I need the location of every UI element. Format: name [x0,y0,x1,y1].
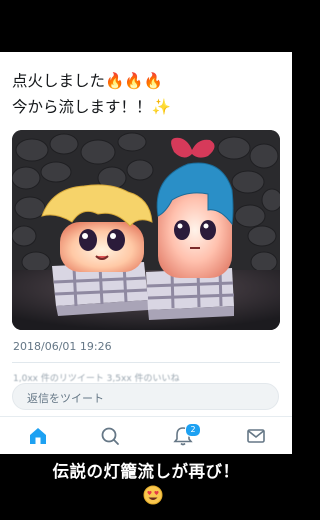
divider [12,362,280,363]
video-caption: 伝説の灯籠流しが再び！ [52,462,240,481]
tweet-text-line-1: 点火しました🔥🔥🔥 [12,72,163,90]
tweet-text: 点火しました🔥🔥🔥 今から流します！！✨ [12,68,282,120]
bottom-tab-bar: 2 [0,416,292,454]
tweet-timestamp: 2018/06/01 19:26 [13,340,112,353]
tab-search[interactable] [99,425,121,447]
tweet-text-line-2: 今から流します！！✨ [12,98,171,116]
tweet-screen: 点火しました🔥🔥🔥 今から流します！！✨ 2018/06/01 19:26 1,… [0,52,292,454]
notification-badge: 2 [185,423,201,437]
heart-eyes-emoji-icon [143,485,163,505]
lantern-photo-image [12,130,280,330]
reply-input[interactable]: 返信をツイート [12,383,279,410]
home-icon [30,428,46,444]
search-icon [101,427,119,445]
reply-placeholder: 返信をツイート [27,392,104,405]
tab-messages[interactable] [245,425,267,447]
tweet-photo[interactable] [12,130,280,330]
mail-icon [247,429,265,443]
tab-home[interactable] [27,425,49,447]
